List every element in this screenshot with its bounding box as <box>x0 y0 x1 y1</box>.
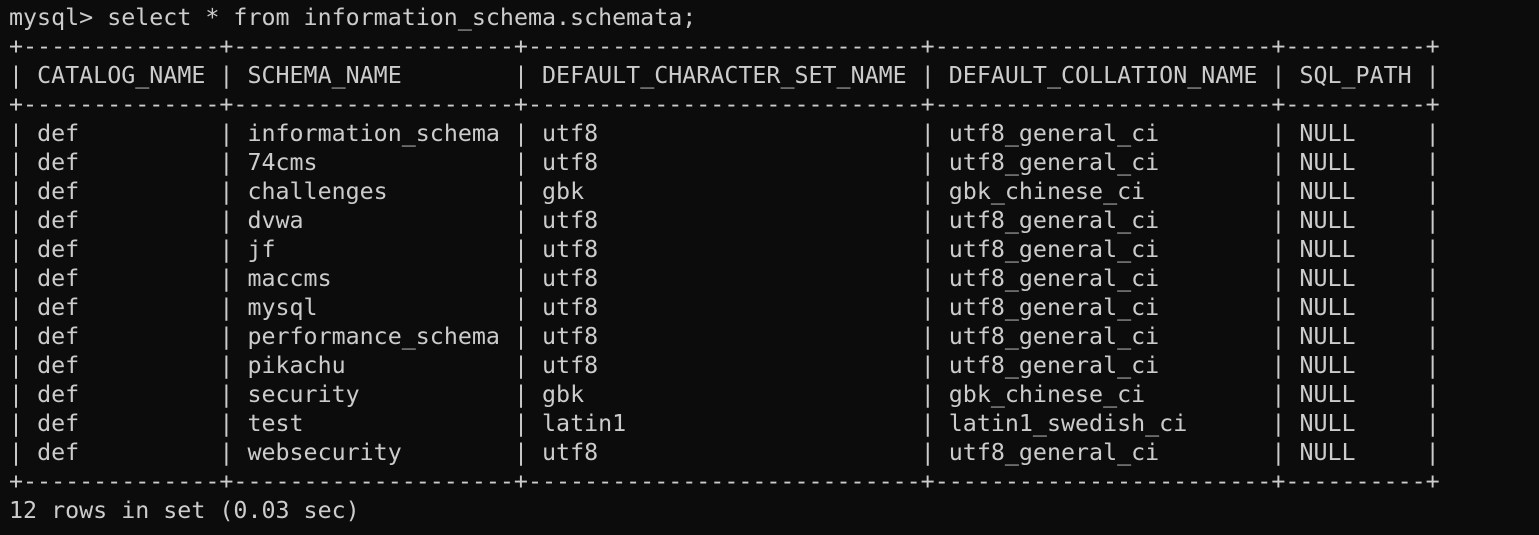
cell-schema-name: mysql <box>247 294 318 321</box>
cell-schema-name: performance_schema <box>247 323 500 350</box>
cell-default-collation-name: utf8_general_ci <box>948 236 1160 263</box>
cell-catalog-name: def <box>37 120 80 147</box>
cell-default-character-set-name: latin1 <box>542 410 627 437</box>
cell-schema-name: websecurity <box>247 439 402 466</box>
table-row: | def | performance_schema | utf8 | utf8… <box>9 323 1440 350</box>
cell-catalog-name: def <box>37 323 80 350</box>
cell-default-collation-name: utf8_general_ci <box>948 352 1160 379</box>
cell-sql-path: NULL <box>1299 236 1356 263</box>
table-border-header: +--------------+--------------------+---… <box>9 91 1440 118</box>
cell-catalog-name: def <box>37 439 80 466</box>
cell-default-collation-name: gbk_chinese_ci <box>948 381 1146 408</box>
cell-sql-path: NULL <box>1299 323 1356 350</box>
cell-default-character-set-name: utf8 <box>542 439 599 466</box>
cell-schema-name: jf <box>247 236 276 263</box>
result-summary: 12 rows in set (0.03 sec) <box>9 497 360 524</box>
cell-sql-path: NULL <box>1299 381 1356 408</box>
cell-default-character-set-name: utf8 <box>542 294 599 321</box>
cell-sql-path: NULL <box>1299 149 1356 176</box>
table-row: | def | challenges | gbk | gbk_chinese_c… <box>9 178 1440 205</box>
cell-sql-path: NULL <box>1299 265 1356 292</box>
cell-default-character-set-name: gbk <box>542 381 585 408</box>
cell-default-collation-name: utf8_general_ci <box>948 207 1160 234</box>
cell-schema-name: information_schema <box>247 120 500 147</box>
cell-sql-path: NULL <box>1299 120 1356 147</box>
table-row: | def | maccms | utf8 | utf8_general_ci … <box>9 265 1440 292</box>
cell-default-collation-name: utf8_general_ci <box>948 149 1160 176</box>
cell-default-collation-name: utf8_general_ci <box>948 439 1160 466</box>
cell-default-character-set-name: utf8 <box>542 236 599 263</box>
column-header-sql-path: SQL_PATH <box>1299 62 1412 89</box>
cell-default-collation-name: gbk_chinese_ci <box>948 178 1146 205</box>
cell-schema-name: test <box>247 410 304 437</box>
cell-default-character-set-name: utf8 <box>542 352 599 379</box>
table-border-top: +--------------+--------------------+---… <box>9 33 1440 60</box>
cell-default-collation-name: utf8_general_ci <box>948 294 1160 321</box>
cell-default-character-set-name: utf8 <box>542 149 599 176</box>
cell-schema-name: dvwa <box>247 207 304 234</box>
table-row: | def | information_schema | utf8 | utf8… <box>9 120 1440 147</box>
result-table: +--------------+--------------------+---… <box>9 32 1539 496</box>
cell-default-collation-name: latin1_swedish_ci <box>948 410 1188 437</box>
cell-default-collation-name: utf8_general_ci <box>948 120 1160 147</box>
cell-catalog-name: def <box>37 352 80 379</box>
cell-sql-path: NULL <box>1299 207 1356 234</box>
cell-catalog-name: def <box>37 207 80 234</box>
column-header-catalog-name: CATALOG_NAME <box>37 62 206 89</box>
cell-catalog-name: def <box>37 149 80 176</box>
table-row: | def | jf | utf8 | utf8_general_ci | NU… <box>9 236 1440 263</box>
sql-command: select * from information_schema.schemat… <box>107 4 697 31</box>
cell-catalog-name: def <box>37 381 80 408</box>
cell-catalog-name: def <box>37 178 80 205</box>
column-header-schema-name: SCHEMA_NAME <box>247 62 402 89</box>
cell-schema-name: maccms <box>247 265 332 292</box>
cell-default-character-set-name: utf8 <box>542 265 599 292</box>
cell-catalog-name: def <box>37 265 80 292</box>
cell-default-collation-name: utf8_general_ci <box>948 323 1160 350</box>
cell-schema-name: 74cms <box>247 149 318 176</box>
table-row: | def | dvwa | utf8 | utf8_general_ci | … <box>9 207 1440 234</box>
cell-catalog-name: def <box>37 294 80 321</box>
cell-default-collation-name: utf8_general_ci <box>948 265 1160 292</box>
cell-sql-path: NULL <box>1299 410 1356 437</box>
cell-schema-name: security <box>247 381 360 408</box>
column-header-default-character-set-name: DEFAULT_CHARACTER_SET_NAME <box>542 62 907 89</box>
table-row: | def | test | latin1 | latin1_swedish_c… <box>9 410 1440 437</box>
terminal-window[interactable]: mysql> select * from information_schema.… <box>0 0 1539 535</box>
cell-schema-name: challenges <box>247 178 388 205</box>
command-line: mysql> select * from information_schema.… <box>9 3 1539 32</box>
cell-catalog-name: def <box>37 410 80 437</box>
column-header-default-collation-name: DEFAULT_COLLATION_NAME <box>948 62 1258 89</box>
table-row: | def | websecurity | utf8 | utf8_genera… <box>9 439 1440 466</box>
cell-sql-path: NULL <box>1299 352 1356 379</box>
cell-catalog-name: def <box>37 236 80 263</box>
mysql-prompt: mysql> <box>9 4 108 31</box>
cell-sql-path: NULL <box>1299 178 1356 205</box>
cell-sql-path: NULL <box>1299 294 1356 321</box>
cell-sql-path: NULL <box>1299 439 1356 466</box>
table-row: | def | security | gbk | gbk_chinese_ci … <box>9 381 1440 408</box>
table-row: | def | mysql | utf8 | utf8_general_ci |… <box>9 294 1440 321</box>
cell-default-character-set-name: utf8 <box>542 207 599 234</box>
cell-default-character-set-name: utf8 <box>542 120 599 147</box>
table-row: | def | pikachu | utf8 | utf8_general_ci… <box>9 352 1440 379</box>
cell-default-character-set-name: utf8 <box>542 323 599 350</box>
cell-default-character-set-name: gbk <box>542 178 585 205</box>
table-border-bottom: +--------------+--------------------+---… <box>9 468 1440 495</box>
table-row: | def | 74cms | utf8 | utf8_general_ci |… <box>9 149 1440 176</box>
table-header-row: | CATALOG_NAME | SCHEMA_NAME | DEFAULT_C… <box>9 62 1440 89</box>
cell-schema-name: pikachu <box>247 352 346 379</box>
